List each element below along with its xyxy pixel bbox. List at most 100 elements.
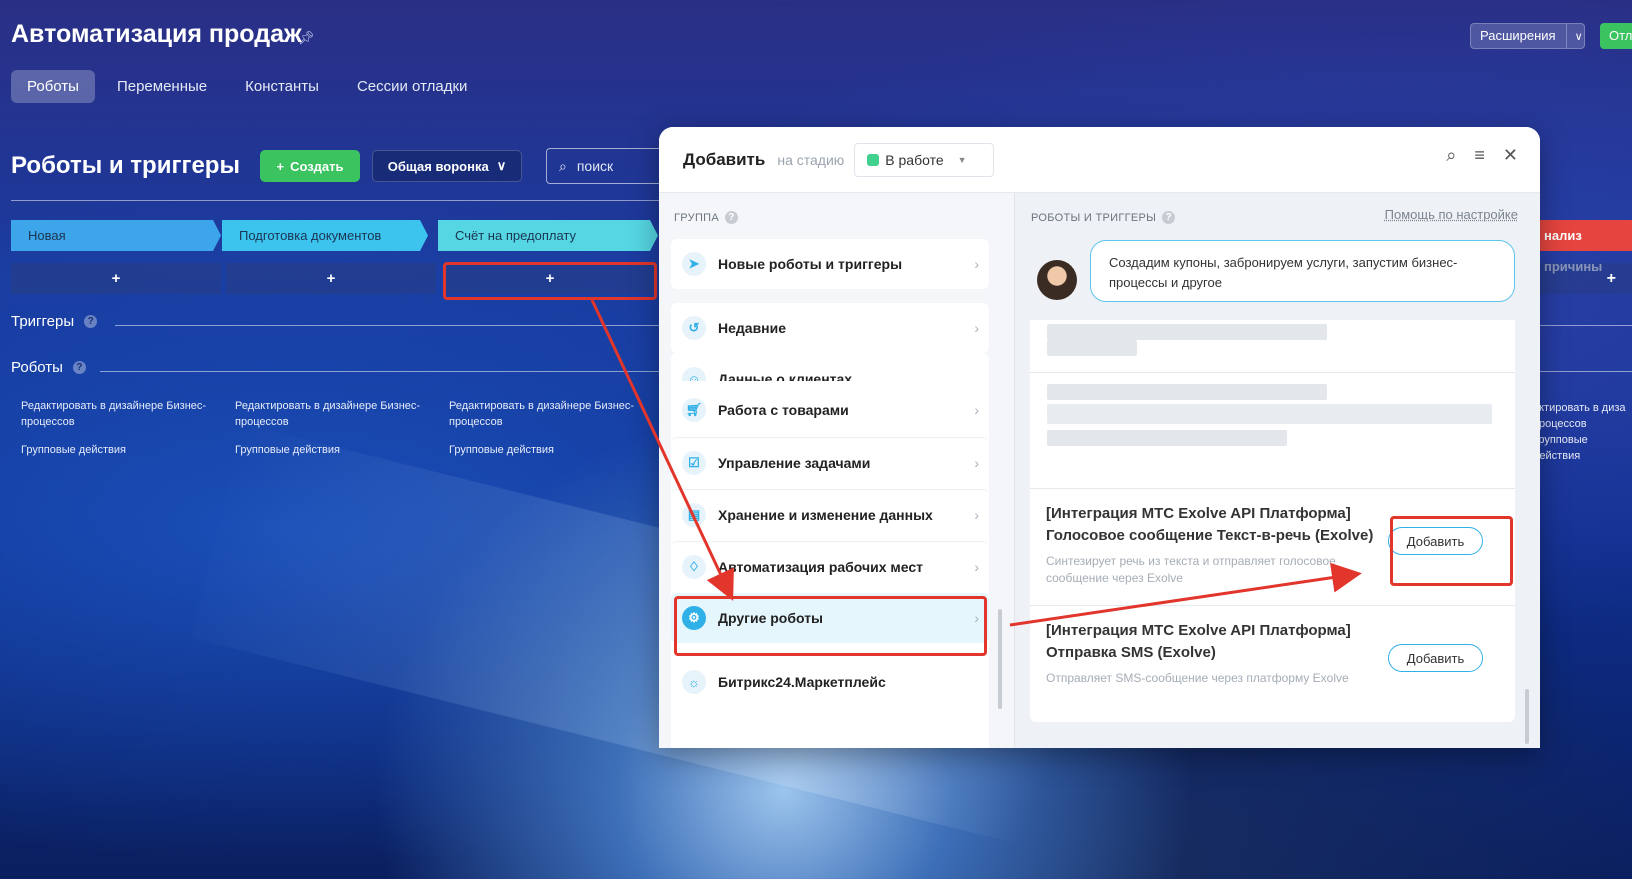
help-icon[interactable]: ? — [84, 315, 98, 328]
users-icon: ☺ — [682, 367, 706, 381]
edit-bp-link[interactable]: Редактировать в дизайнере Бизнес-процесс… — [449, 398, 639, 430]
group-label: ГРУППА ? — [674, 211, 738, 224]
robots-label-text: РОБОТЫ И ТРИГГЕРЫ — [1031, 211, 1157, 224]
chevron-right-icon: › — [974, 558, 979, 575]
section-title: Роботы и триггеры — [11, 152, 240, 179]
tab-variables[interactable]: Переменные — [101, 70, 223, 103]
help-icon[interactable]: ? — [725, 211, 738, 224]
group-label-text: ГРУППА — [674, 211, 719, 224]
search-icon: ⌕ — [559, 157, 567, 174]
modal-header: Добавить на стадию В работе ▼ ⌕ ≡ ✕ — [659, 127, 1540, 193]
group-tasks[interactable]: ☑ Управление задачами › — [671, 437, 989, 487]
robots-label: РОБОТЫ И ТРИГГЕРЫ ? — [1031, 211, 1176, 224]
blurred-robot-list — [1030, 320, 1515, 488]
group-workplace[interactable]: ♢ Автоматизация рабочих мест › — [671, 541, 989, 591]
tab-debug-sessions[interactable]: Сессии отладки — [341, 70, 483, 103]
search-placeholder: поиск — [576, 158, 614, 174]
help-icon[interactable]: ? — [72, 361, 86, 374]
group-clients[interactable]: ☺ Данные о клиентах — [671, 353, 989, 381]
debug-button[interactable]: Отла — [1600, 23, 1632, 49]
settings-sliders-icon[interactable]: ≡ — [1474, 145, 1485, 166]
close-icon[interactable]: ✕ — [1503, 145, 1518, 166]
chevron-right-icon: › — [974, 256, 979, 272]
chevron-right-icon: › — [974, 402, 979, 418]
scrollbar[interactable] — [998, 609, 1002, 709]
funnel-select[interactable]: Общая воронка ∨ — [372, 150, 522, 182]
add-robot-button[interactable]: + — [1540, 263, 1632, 294]
stage-new[interactable]: Новая — [11, 220, 221, 251]
plus-icon: + — [276, 158, 285, 174]
add-robot-button[interactable]: + — [226, 263, 436, 294]
highlight-box — [443, 262, 657, 300]
robots-row-label: Роботы ? — [11, 359, 86, 376]
add-robot-modal: Добавить на стадию В работе ▼ ⌕ ≡ ✕ ГРУП… — [659, 127, 1540, 748]
chevron-right-icon: › — [974, 320, 979, 336]
tab-constants[interactable]: Константы — [229, 70, 335, 103]
group-actions-link[interactable]: Групповые действия — [21, 442, 211, 458]
divider — [1540, 325, 1632, 326]
stage-prepayment[interactable]: Счёт на предоплату — [438, 220, 658, 251]
avatar — [1037, 260, 1077, 300]
divider — [100, 371, 660, 372]
group-recent[interactable]: ↺ Недавние › — [671, 303, 989, 353]
add-robot-button[interactable]: + — [11, 263, 221, 294]
tab-robots[interactable]: Роботы — [11, 70, 95, 103]
workplace-icon: ♢ — [682, 554, 706, 579]
triggers-row-label: Триггеры ? — [11, 313, 98, 330]
group-products[interactable]: 🛒︎ Работа с товарами › — [671, 385, 989, 435]
cart-icon: 🛒︎ — [682, 398, 706, 422]
stage-select-value: В работе — [885, 151, 944, 168]
create-button[interactable]: + Создать — [260, 150, 360, 182]
stage-links: Редактировать в дизайнере Бизнес-процесс… — [21, 398, 211, 458]
stage-select[interactable]: В работе ▼ — [854, 142, 994, 177]
group-actions-link[interactable]: Групповые действия — [1533, 432, 1632, 464]
robot-description: Отправляет SMS-сообщение через платформу… — [1046, 671, 1349, 685]
stage-label: Новая — [28, 228, 66, 243]
modal-subtitle: на стадию — [777, 151, 845, 168]
task-icon: ☑ — [682, 450, 706, 475]
robot-description: Синтезирует речь из текста и отправляет … — [1046, 554, 1336, 585]
chevron-right-icon: › — [974, 454, 979, 471]
group-pane: ГРУППА ? ➤ Новые роботы и триггеры › ↺ Н… — [659, 193, 1014, 748]
divider — [115, 325, 660, 326]
group-new-robots[interactable]: ➤ Новые роботы и триггеры › — [671, 239, 989, 289]
blurred-text — [1047, 404, 1492, 424]
help-icon[interactable]: ? — [1162, 211, 1176, 224]
triggers-label: Триггеры — [11, 313, 75, 330]
robot-card-sms: [Интеграция МТС Exolve API Платформа] От… — [1030, 605, 1515, 722]
pin-icon[interactable]: 📌︎ — [298, 30, 315, 46]
search-input[interactable]: ⌕ поиск — [546, 148, 666, 184]
group-actions-link[interactable]: Групповые действия — [449, 442, 639, 458]
divider — [1540, 371, 1632, 372]
group-marketplace[interactable]: ☼ Битрикс24.Маркетплейс — [671, 657, 989, 707]
robot-title: [Интеграция МТС Exolve API Платформа] Го… — [1046, 505, 1374, 544]
page-title: Автоматизация продаж — [11, 20, 302, 48]
history-icon: ↺ — [682, 316, 706, 340]
group-label: Хранение и изменение данных — [718, 506, 933, 523]
robot-title: [Интеграция МТС Exolve API Платформа] От… — [1046, 622, 1351, 661]
edit-bp-link[interactable]: актировать в диза процессов — [1533, 400, 1632, 432]
blurred-text — [1047, 324, 1327, 340]
stage-docs[interactable]: Подготовка документов — [222, 220, 428, 251]
scrollbar[interactable] — [1525, 689, 1529, 744]
stage-links: актировать в диза процессов Групповые де… — [1533, 400, 1632, 464]
tabs-bar: Роботы Переменные Константы Сессии отлад… — [11, 70, 483, 103]
stage-label: Счёт на предоплату — [455, 228, 577, 243]
blurred-text — [1047, 384, 1327, 400]
add-button[interactable]: Добавить — [1388, 644, 1483, 672]
search-icon[interactable]: ⌕ — [1446, 145, 1456, 166]
group-label: Работа с товарами — [718, 402, 849, 418]
group-label: Данные о клиентах — [718, 371, 853, 381]
group-storage[interactable]: ▤ Хранение и изменение данных › — [671, 489, 989, 539]
blurred-text — [1047, 340, 1137, 356]
edit-bp-link[interactable]: Редактировать в дизайнере Бизнес-процесс… — [21, 398, 211, 430]
extensions-button[interactable]: Расширения ∨ — [1470, 23, 1585, 49]
chevron-down-icon: ∨ — [1574, 30, 1583, 43]
group-list: ☺ Данные о клиентах 🛒︎ Работа с товарами… — [671, 353, 989, 748]
blurred-text — [1047, 430, 1287, 446]
group-actions-link[interactable]: Групповые действия — [235, 442, 425, 458]
edit-bp-link[interactable]: Редактировать в дизайнере Бизнес-процесс… — [235, 398, 425, 430]
help-settings-link[interactable]: Помощь по настройке — [1385, 207, 1518, 222]
stage-analysis[interactable]: нализ причины — [1540, 220, 1632, 274]
robots-pane: РОБОТЫ И ТРИГГЕРЫ ? Помощь по настройке … — [1014, 193, 1540, 748]
